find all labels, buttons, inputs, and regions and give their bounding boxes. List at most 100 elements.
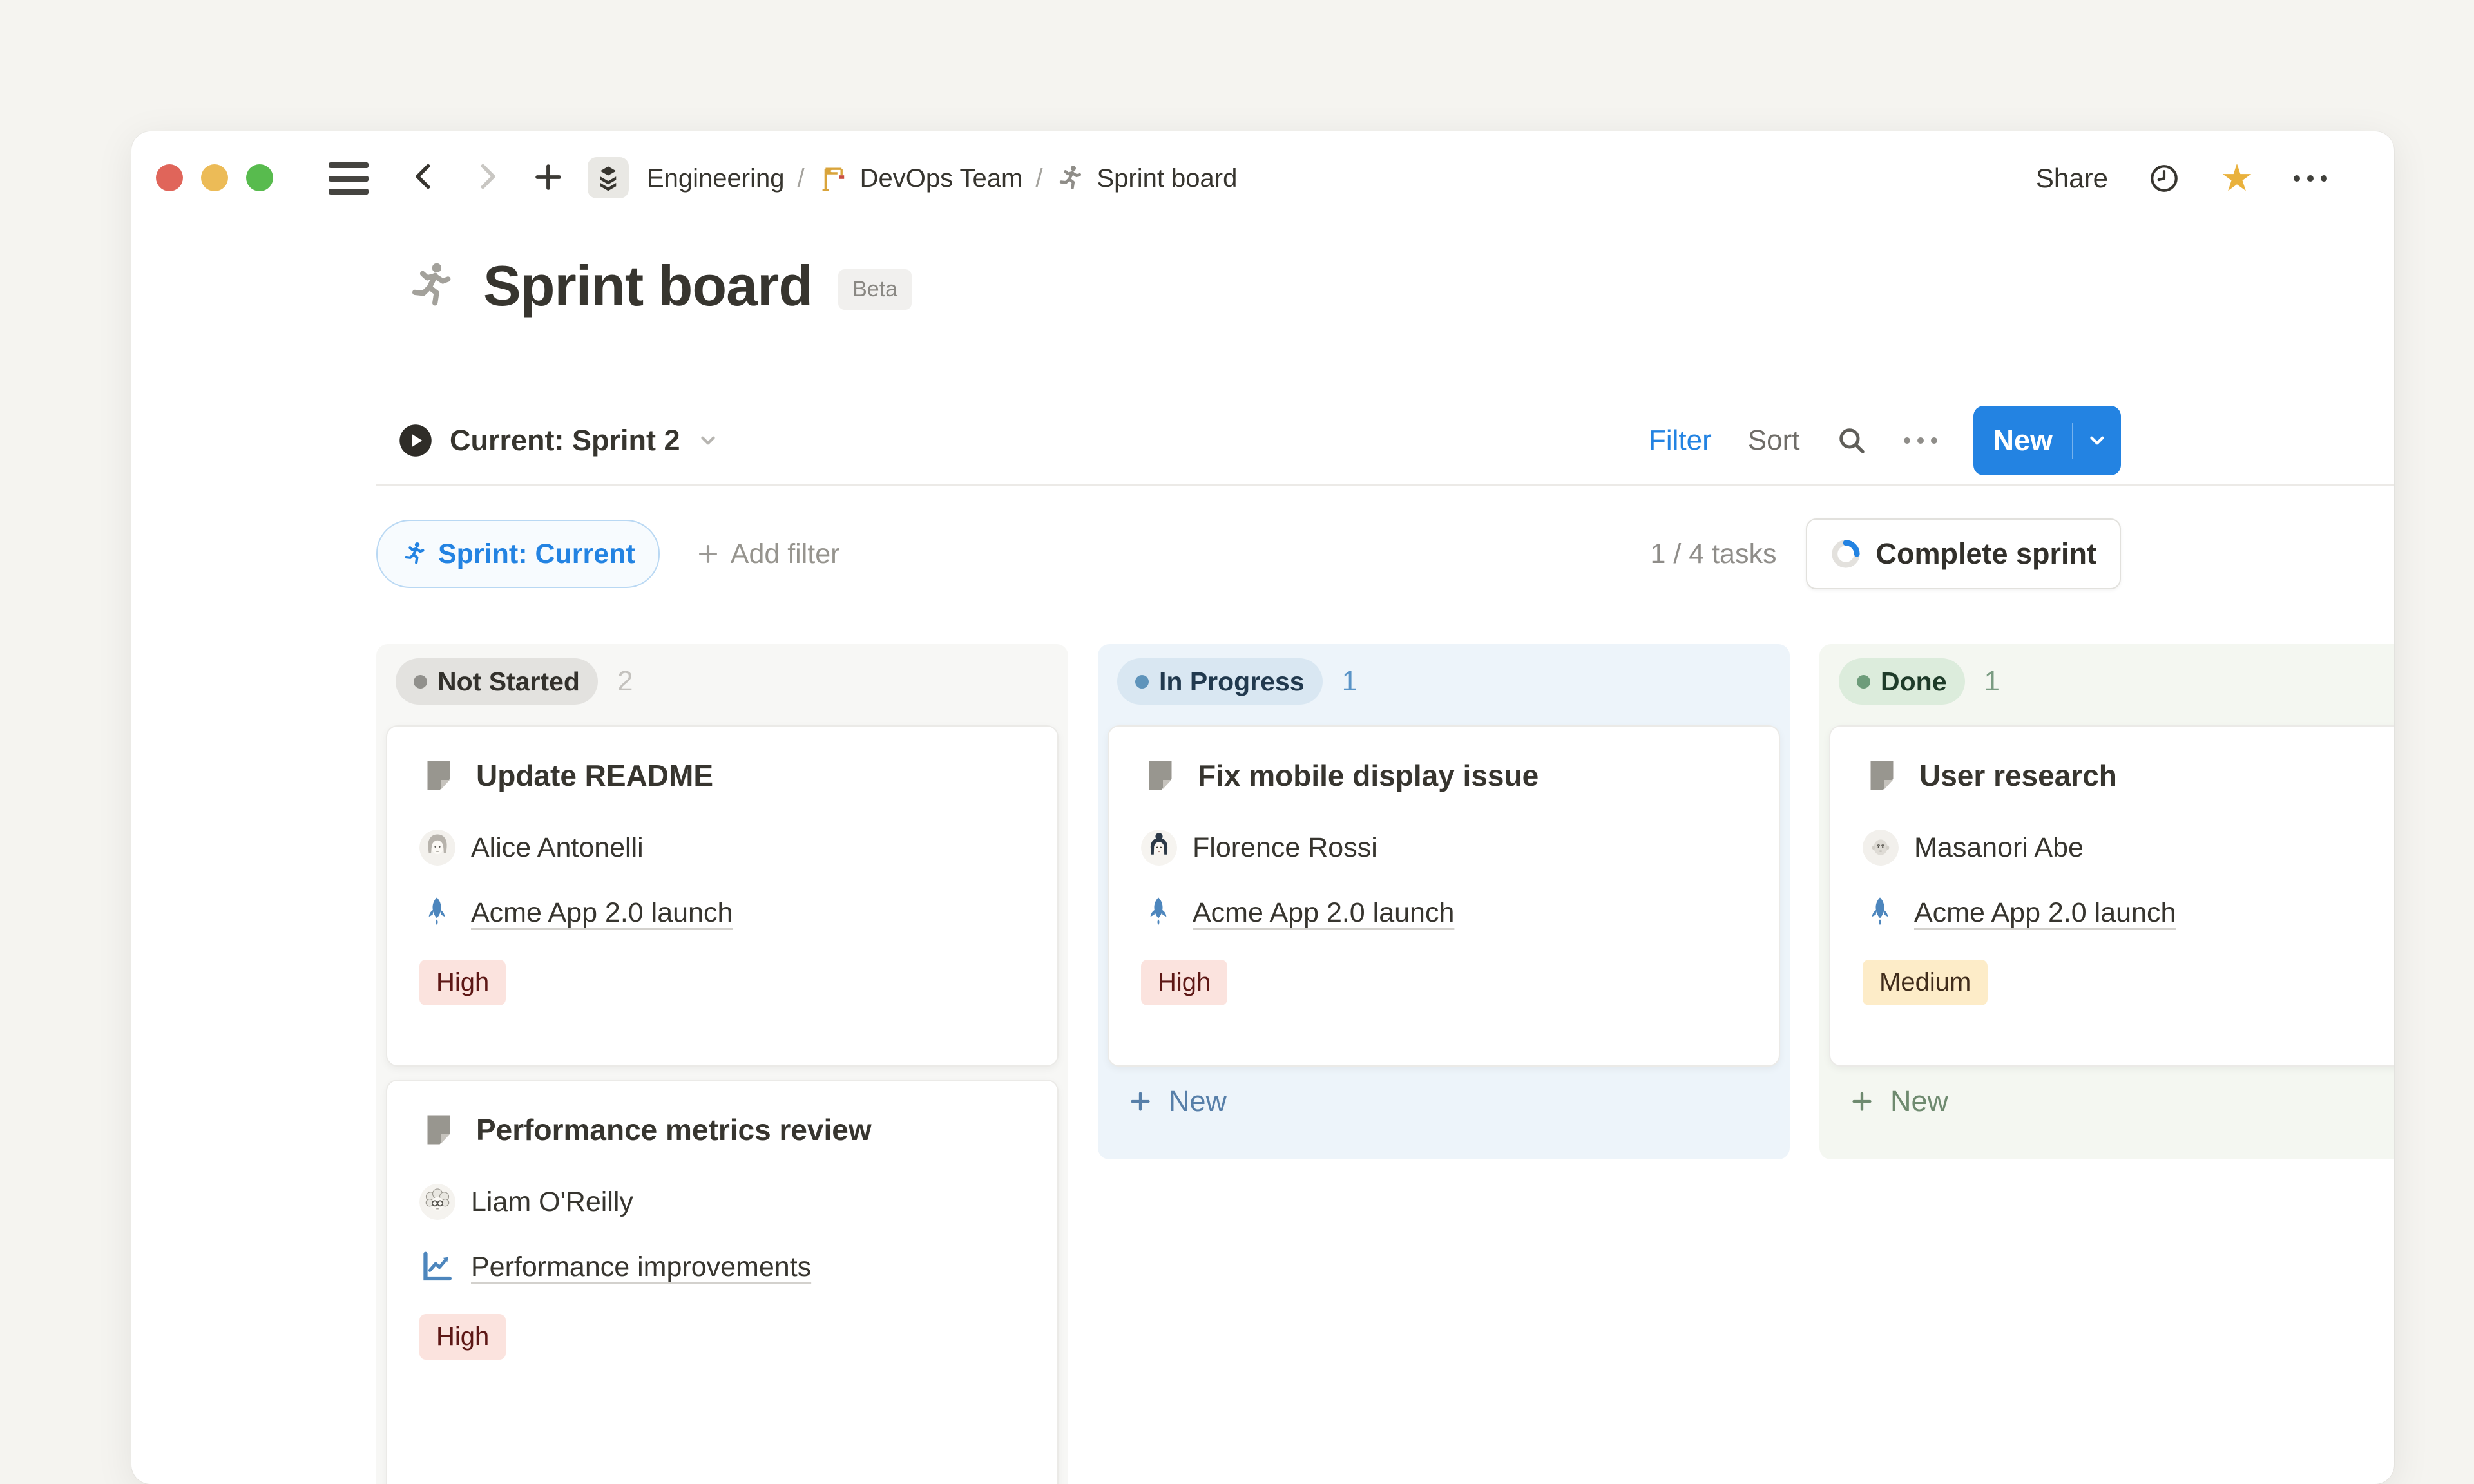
chevron-right-icon	[470, 160, 504, 193]
rocket-icon	[419, 895, 454, 930]
status-dot-icon	[1135, 675, 1149, 689]
project-link[interactable]: Performance improvements	[471, 1251, 811, 1283]
desktop-background: { "topbar": { "separator": "/", "breadcr…	[0, 0, 2474, 1391]
rocket-icon	[1141, 895, 1176, 930]
add-card-button[interactable]: New	[1849, 1085, 1948, 1118]
more-options-icon[interactable]	[2294, 175, 2327, 182]
project-link[interactable]: Acme App 2.0 launch	[471, 897, 733, 929]
breadcrumb-separator: /	[1035, 164, 1042, 193]
chevron-down-icon	[697, 430, 719, 452]
status-badge[interactable]: Done	[1839, 658, 1965, 705]
priority-badge: Medium	[1863, 960, 1988, 1005]
chevron-down-icon	[2086, 430, 2108, 452]
task-card-update-readme[interactable]: Update README Alice Antonelli Acme App 2…	[386, 725, 1059, 1067]
view-toolbar-actions: Filter Sort New	[1649, 404, 2121, 477]
filter-bar: Sprint: Current Add filter	[376, 518, 839, 590]
add-card-label: New	[1890, 1085, 1948, 1118]
plus-icon	[696, 542, 720, 566]
page-icon	[1141, 756, 1180, 795]
minimize-window-button[interactable]	[201, 164, 228, 191]
nav-forward-button[interactable]	[470, 160, 504, 196]
search-icon[interactable]	[1836, 424, 1868, 457]
assignee-name: Masanori Abe	[1914, 832, 2084, 864]
avatar	[419, 830, 455, 866]
status-badge[interactable]: Not Started	[396, 658, 598, 705]
view-switcher[interactable]: Current: Sprint 2	[398, 404, 719, 477]
add-filter-label: Add filter	[731, 538, 840, 570]
status-label: Done	[1881, 667, 1947, 697]
plus-icon	[1849, 1089, 1875, 1114]
rocket-icon	[1863, 895, 1897, 930]
breadcrumb-separator: /	[798, 164, 805, 193]
sidebar-toggle-hamburger-icon[interactable]	[329, 162, 369, 195]
priority-badge: High	[419, 1314, 506, 1360]
page-icon	[419, 1110, 458, 1149]
breadcrumb-label: Sprint board	[1097, 164, 1237, 193]
column-header: Done 1	[1839, 658, 2000, 705]
line-chart-icon	[419, 1250, 454, 1284]
new-button-label: New	[1973, 424, 2072, 457]
zoom-window-button[interactable]	[246, 164, 273, 191]
breadcrumb: Engineering / DevOps Team / Sprint board	[647, 157, 1237, 200]
construction-crane-icon	[818, 163, 849, 194]
runner-icon	[1055, 164, 1085, 193]
view-more-options-icon[interactable]	[1904, 437, 1937, 444]
assignee-name: Florence Rossi	[1193, 832, 1377, 864]
breadcrumb-label: DevOps Team	[860, 164, 1023, 193]
board-column-not-started: Not Started 2 Update README Alice Antone…	[376, 644, 1068, 1484]
teamspace-icon[interactable]	[588, 157, 629, 198]
updates-clock-icon[interactable]	[2148, 162, 2180, 195]
new-button-dropdown[interactable]	[2073, 430, 2121, 452]
sprint-chip-label: Sprint: Current	[438, 538, 635, 570]
sprint-filter-chip[interactable]: Sprint: Current	[376, 520, 660, 588]
topbar-actions: Share ★	[2036, 157, 2327, 200]
add-card-button[interactable]: New	[1127, 1085, 1227, 1118]
page-runner-icon[interactable]	[405, 260, 457, 312]
page-icon	[1863, 756, 1901, 795]
page-icon	[419, 756, 458, 795]
breadcrumb-sprint-board[interactable]: Sprint board	[1055, 164, 1237, 193]
project-link[interactable]: Acme App 2.0 launch	[1914, 897, 2176, 929]
task-card-user-research[interactable]: User research Masanori Abe Acme App 2.0 …	[1829, 725, 2394, 1067]
project-link[interactable]: Acme App 2.0 launch	[1193, 897, 1454, 929]
new-task-button[interactable]: New	[1973, 406, 2121, 475]
breadcrumb-devops-team[interactable]: DevOps Team	[818, 163, 1023, 194]
board-column-in-progress: In Progress 1 Fix mobile display issue F…	[1098, 644, 1790, 1159]
nav-back-button[interactable]	[407, 160, 441, 196]
current-sprint-view-label: Current: Sprint 2	[450, 424, 680, 457]
breadcrumb-engineering[interactable]: Engineering	[647, 164, 785, 193]
new-page-button[interactable]	[531, 160, 566, 196]
status-badge[interactable]: In Progress	[1117, 658, 1323, 705]
card-title: User research	[1919, 758, 2117, 793]
runner-icon	[401, 540, 428, 567]
complete-sprint-button[interactable]: Complete sprint	[1806, 518, 2121, 589]
add-card-label: New	[1169, 1085, 1227, 1118]
avatar	[1141, 830, 1177, 866]
task-card-fix-mobile-display-issue[interactable]: Fix mobile display issue Florence Rossi …	[1108, 725, 1780, 1067]
task-card-performance-metrics-review[interactable]: Performance metrics review Liam O'Reilly	[386, 1080, 1059, 1484]
sprint-progress: 1 / 4 tasks Complete sprint	[1650, 518, 2121, 590]
plus-icon	[1127, 1089, 1153, 1114]
progress-ring-icon	[1830, 538, 1861, 569]
close-window-button[interactable]	[156, 164, 183, 191]
tasks-summary: 1 / 4 tasks	[1650, 538, 1776, 570]
beta-badge: Beta	[838, 269, 912, 310]
breadcrumb-label: Engineering	[647, 164, 785, 193]
filter-button[interactable]: Filter	[1649, 424, 1712, 457]
favorite-star-icon[interactable]: ★	[2220, 160, 2254, 197]
play-circle-icon	[398, 423, 433, 458]
avatar	[419, 1184, 455, 1220]
sort-button[interactable]: Sort	[1748, 424, 1800, 457]
add-filter-button[interactable]: Add filter	[696, 538, 840, 570]
share-button[interactable]: Share	[2036, 163, 2108, 194]
status-dot-icon	[1857, 675, 1870, 689]
status-label: Not Started	[437, 667, 580, 697]
card-title: Performance metrics review	[476, 1112, 872, 1147]
chevron-left-icon	[407, 160, 441, 193]
status-dot-icon	[414, 675, 427, 689]
column-count: 1	[1342, 665, 1357, 698]
page-title[interactable]: Sprint board	[483, 253, 812, 319]
priority-badge: High	[1141, 960, 1227, 1005]
column-count: 1	[1984, 665, 2000, 698]
app-window: Engineering / DevOps Team / Sprint board…	[131, 131, 2394, 1484]
